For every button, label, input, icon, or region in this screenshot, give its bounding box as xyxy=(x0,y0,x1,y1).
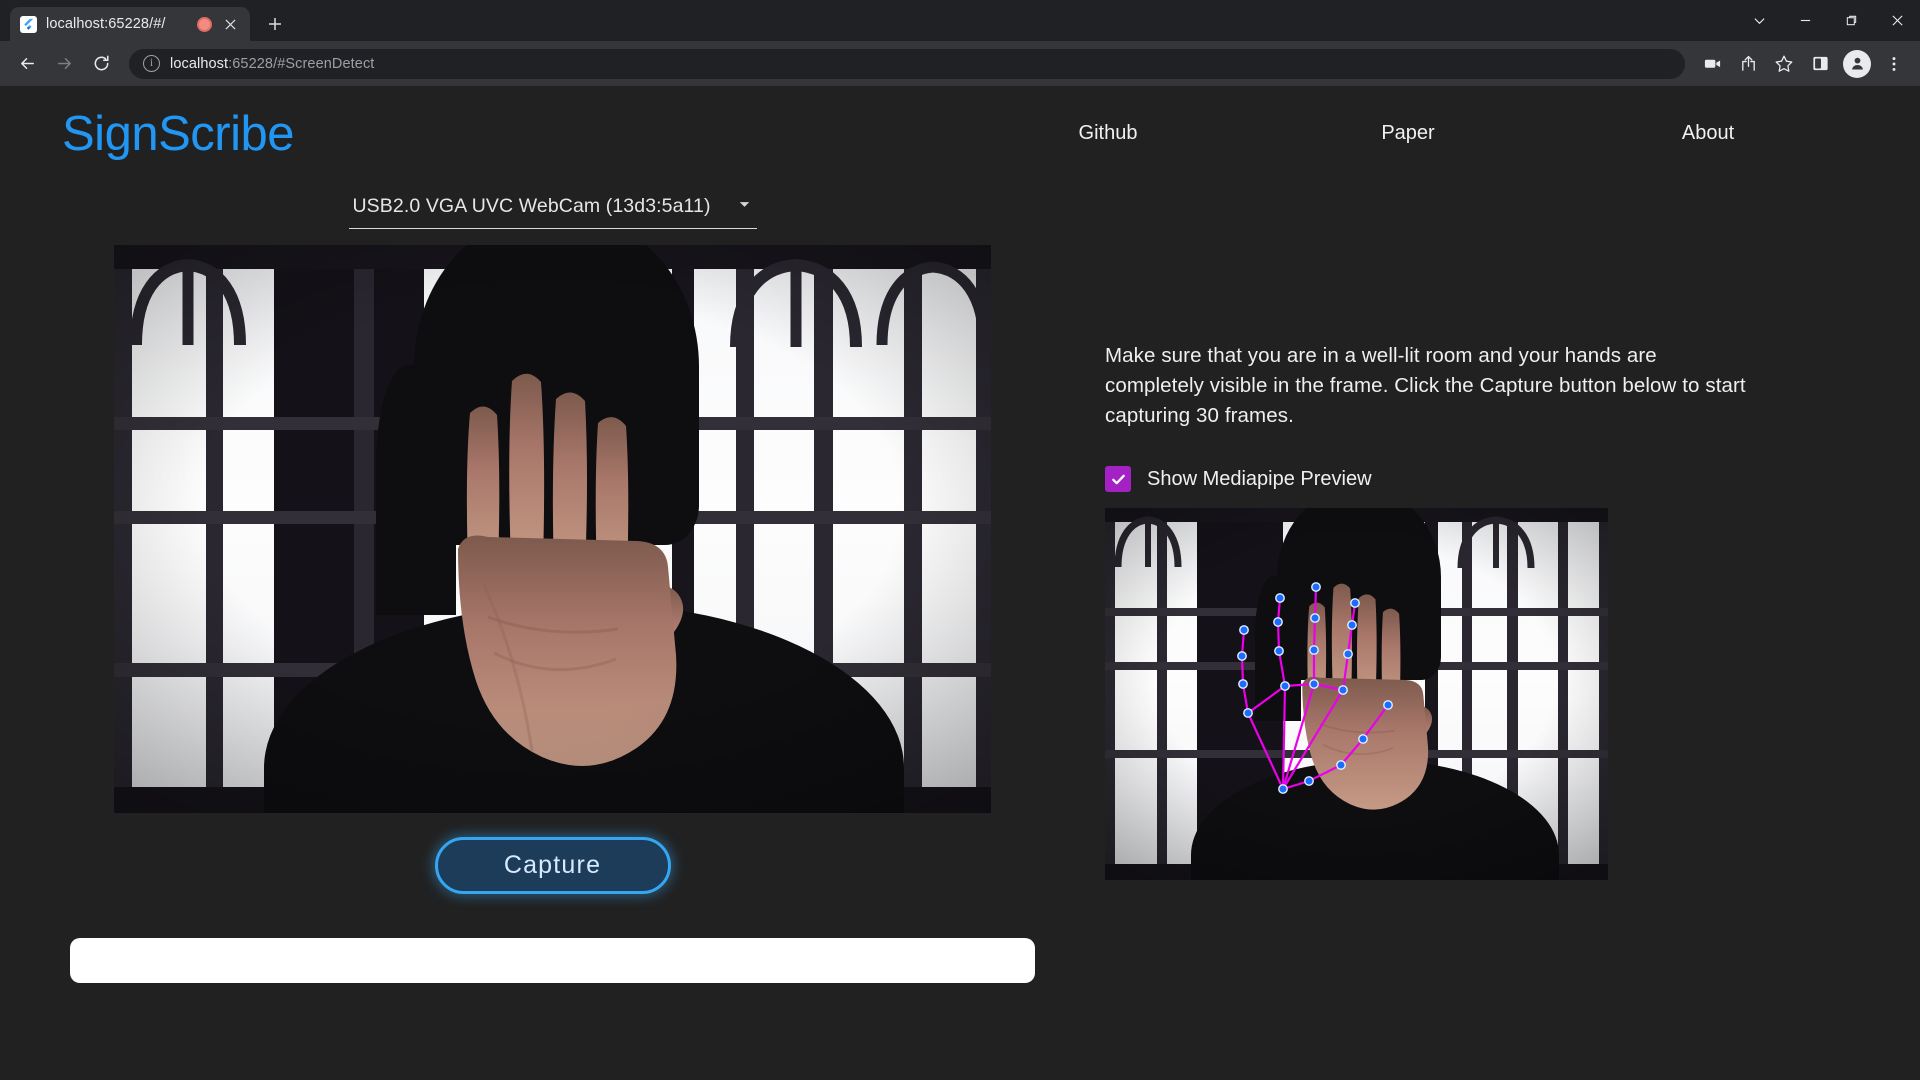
result-output-field[interactable] xyxy=(70,938,1035,983)
browser-toolbar: i localhost:65228/#ScreenDetect xyxy=(0,41,1920,86)
window-controls xyxy=(1736,0,1920,41)
mediapipe-checkbox-label: Show Mediapipe Preview xyxy=(1147,467,1372,490)
minimize-icon xyxy=(1800,19,1810,22)
reload-button[interactable] xyxy=(84,47,118,81)
check-icon xyxy=(1111,474,1125,484)
nav-link-github[interactable]: Github xyxy=(958,122,1258,145)
mediapipe-preview-toggle[interactable]: Show Mediapipe Preview xyxy=(1105,466,1860,492)
browser-chrome: localhost:65228/#/ i localhost:65228/#Sc… xyxy=(0,0,1920,86)
site-header: SignScribe Github Paper About xyxy=(0,86,1920,181)
share-icon[interactable] xyxy=(1732,48,1764,80)
webcam-video-feed xyxy=(114,245,991,813)
plus-icon xyxy=(269,18,281,30)
close-icon xyxy=(1891,15,1903,26)
nav-link-paper[interactable]: Paper xyxy=(1258,122,1558,145)
instructions-column: Make sure that you are in a well-lit roo… xyxy=(1105,181,1920,983)
capture-button-label: Capture xyxy=(503,851,602,879)
mediapipe-checkbox[interactable] xyxy=(1105,466,1131,492)
forward-arrow-icon xyxy=(57,57,71,70)
info-circle-icon[interactable]: i xyxy=(143,55,160,72)
reload-icon xyxy=(94,55,109,71)
toolbar-icon-group xyxy=(1696,48,1910,80)
three-dots-menu-icon[interactable] xyxy=(1878,48,1910,80)
video-camera-icon[interactable] xyxy=(1696,48,1728,80)
minimize-window-button[interactable] xyxy=(1782,0,1828,41)
page-body: SignScribe Github Paper About USB2.0 VGA… xyxy=(0,86,1920,1080)
camera-column: USB2.0 VGA UVC WebCam (13d3:5a11) Captur… xyxy=(0,181,1105,983)
browser-tab[interactable]: localhost:65228/#/ xyxy=(10,7,250,41)
recording-dot-icon[interactable] xyxy=(197,16,212,32)
new-tab-button[interactable] xyxy=(258,7,292,41)
mediapipe-preview xyxy=(1105,508,1608,880)
star-icon[interactable] xyxy=(1768,48,1800,80)
tab-strip: localhost:65228/#/ xyxy=(0,0,1920,41)
address-bar[interactable]: i localhost:65228/#ScreenDetect xyxy=(129,48,1685,79)
url-path: :65228/#ScreenDetect xyxy=(228,55,375,72)
capture-button[interactable]: Capture xyxy=(434,837,671,894)
site-nav: Github Paper About xyxy=(958,122,1858,145)
chevron-down-icon xyxy=(736,196,753,218)
forward-button[interactable] xyxy=(47,47,81,81)
url-host: localhost xyxy=(170,55,229,72)
camera-select[interactable]: USB2.0 VGA UVC WebCam (13d3:5a11) xyxy=(348,189,757,229)
restore-icon xyxy=(1846,15,1856,26)
back-button[interactable] xyxy=(10,47,44,81)
instructions-text: Make sure that you are in a well-lit roo… xyxy=(1105,344,1746,427)
page-title: SignScribe xyxy=(62,106,294,161)
restore-window-button[interactable] xyxy=(1828,0,1874,41)
close-icon[interactable] xyxy=(221,15,240,34)
back-arrow-icon xyxy=(20,57,34,70)
side-panel-icon[interactable] xyxy=(1804,48,1836,80)
address-bar-url: localhost:65228/#ScreenDetect xyxy=(170,56,374,72)
tab-title: localhost:65228/#/ xyxy=(46,16,166,32)
nav-link-about[interactable]: About xyxy=(1558,122,1858,145)
flutter-logo-icon xyxy=(20,15,37,33)
chevron-down-icon xyxy=(1753,18,1765,25)
camera-select-value: USB2.0 VGA UVC WebCam (13d3:5a11) xyxy=(352,195,711,217)
main-content: USB2.0 VGA UVC WebCam (13d3:5a11) Captur… xyxy=(0,181,1920,983)
profile-avatar-icon[interactable] xyxy=(1843,49,1871,78)
expand-window-button[interactable] xyxy=(1736,0,1782,41)
close-window-button[interactable] xyxy=(1874,0,1920,41)
